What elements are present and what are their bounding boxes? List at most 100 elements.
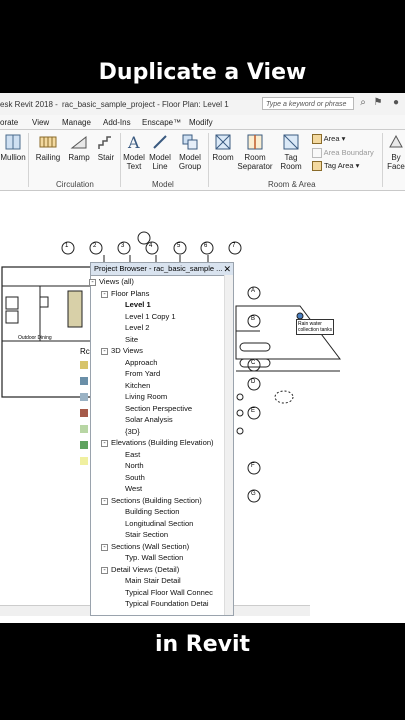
tree-item[interactable]: Level 2 — [125, 323, 150, 332]
grid-label: 3 — [121, 243, 125, 249]
tree-item[interactable]: Sections (Wall Section) — [111, 542, 189, 551]
tree-item[interactable]: {3D} — [125, 427, 140, 436]
tree-item[interactable]: Kitchen — [125, 381, 150, 390]
grid-label: 7 — [232, 243, 236, 249]
vertical-scrollbar[interactable] — [224, 275, 233, 615]
grid-label: 2 — [93, 243, 97, 249]
model-group-button[interactable]: Model Group — [176, 133, 204, 171]
tab-manage[interactable]: Manage — [62, 118, 91, 127]
tab-enscape[interactable]: Enscape™ — [142, 118, 181, 127]
tree-item[interactable]: Building Section — [125, 507, 179, 516]
tree-item[interactable]: East — [125, 450, 140, 459]
tree-item[interactable]: Floor Plans — [111, 289, 149, 298]
tree-item[interactable]: Approach — [125, 358, 158, 367]
tree-toggle[interactable]: - — [101, 543, 108, 551]
area-button[interactable]: Area ▾ — [312, 134, 345, 145]
tab-modify[interactable]: Modify — [189, 118, 213, 127]
railing-button[interactable]: Railing — [34, 133, 62, 162]
tree-item[interactable]: Sections (Building Section) — [111, 496, 202, 505]
tree-item[interactable]: Views (all) — [99, 277, 134, 286]
row-label: B — [251, 316, 256, 322]
tree-item[interactable]: Section Perspective — [125, 404, 192, 413]
rain-water-note: Rain water collection tanks — [296, 319, 335, 335]
area-boundary-icon — [312, 148, 322, 159]
model-group-label: Model — [152, 180, 174, 189]
ramp-button[interactable]: Ramp — [66, 133, 92, 162]
search-icon[interactable]: ⌕ — [357, 97, 369, 109]
outdoor-dining-label: Outdoor Dining — [18, 335, 52, 341]
row-label: A — [251, 288, 256, 294]
project-browser-title-bar[interactable]: Project Browser - rac_basic_sample ... ✕ — [91, 263, 233, 276]
tab-view[interactable]: View — [32, 118, 49, 127]
separator — [28, 133, 29, 187]
tab-collaborate[interactable]: orate — [0, 118, 18, 127]
separator — [120, 133, 121, 187]
search-input[interactable]: Type a keyword or phrase — [262, 97, 354, 110]
tree-item[interactable]: Longitudinal Section — [125, 519, 193, 528]
tree-toggle[interactable]: - — [101, 290, 108, 298]
row-label: F — [251, 463, 255, 469]
tree-item[interactable]: Solar Analysis — [125, 415, 173, 424]
model-text-button[interactable]: A Model Text — [122, 133, 146, 171]
tree-toggle[interactable]: - — [101, 440, 108, 447]
user-icon[interactable]: ● — [390, 97, 402, 109]
svg-text:A: A — [127, 133, 140, 151]
text-a-icon: A — [127, 133, 140, 151]
tree-item[interactable]: West — [125, 484, 142, 493]
row-label: E — [251, 408, 256, 414]
grid-label: 5 — [177, 243, 181, 249]
tree-item[interactable]: Detail Views (Detail) — [111, 565, 179, 574]
ramp-icon — [70, 135, 87, 149]
tag-area-button[interactable]: Tag Area ▾ — [312, 161, 359, 172]
tree-item[interactable]: Elevations (Building Elevation) — [111, 438, 214, 447]
tree-item[interactable]: Living Room — [125, 392, 167, 401]
room-area-group-label: Room & Area — [268, 180, 316, 189]
room-separator-icon — [247, 134, 263, 150]
app-title: esk Revit 2018 - — [0, 100, 58, 109]
room-separator-button[interactable]: Room Separator — [237, 133, 273, 171]
row-label: C — [251, 360, 256, 366]
tree-item[interactable]: South — [125, 473, 145, 482]
area-boundary-button[interactable]: Area Boundary — [312, 148, 374, 159]
title-bar: esk Revit 2018 - rac_basic_sample_projec… — [0, 93, 405, 116]
tree-item[interactable]: North — [125, 461, 144, 470]
project-browser: Project Browser - rac_basic_sample ... ✕… — [89, 262, 234, 616]
caption-top: Duplicate a View — [98, 60, 307, 85]
ribbon-tabs: orate View Manage Add-Ins Enscape™ Modif… — [0, 115, 405, 130]
tree-item[interactable]: Level 1 — [125, 300, 151, 309]
circulation-group-label: Circulation — [56, 180, 94, 189]
room-button[interactable]: Room — [211, 133, 235, 162]
mullion-icon — [5, 134, 21, 150]
caption-bottom: in Revit — [154, 632, 251, 657]
tree-item[interactable]: Typical Foundation Detai — [125, 599, 209, 608]
row-label: D — [251, 379, 256, 385]
tree-item[interactable]: From Yard — [125, 369, 160, 378]
tree-toggle[interactable]: - — [89, 279, 96, 286]
infocenter-icon[interactable]: ⚑ — [372, 97, 384, 109]
model-line-button[interactable]: Model Line — [148, 133, 172, 171]
close-icon[interactable]: ✕ — [223, 263, 231, 275]
tree-item[interactable]: Typical Floor Wall Connec — [125, 588, 213, 597]
by-face-icon — [389, 134, 403, 148]
tag-area-icon — [312, 161, 322, 172]
mullion-button[interactable]: Mullion — [0, 133, 26, 162]
tree-item[interactable]: Site — [125, 335, 138, 344]
tree-item[interactable]: Stair Section — [125, 530, 168, 539]
tag-icon — [283, 134, 299, 150]
grid-label: 1 — [65, 243, 69, 249]
stair-button[interactable]: Stair — [94, 133, 118, 162]
tree-toggle[interactable]: - — [101, 566, 108, 574]
tree-item[interactable]: Typ. Wall Section — [125, 553, 183, 562]
tree-toggle[interactable]: - — [101, 348, 108, 355]
by-face-button[interactable]: By Face — [385, 133, 405, 171]
tag-room-button[interactable]: Tag Room — [278, 133, 304, 171]
tree-item[interactable]: 3D Views — [111, 346, 143, 355]
tree-item[interactable]: Level 1 Copy 1 — [125, 312, 176, 321]
tab-addins[interactable]: Add-Ins — [103, 118, 131, 127]
grid-label: 4 — [149, 243, 153, 249]
tree-toggle[interactable]: - — [101, 497, 108, 505]
separator — [382, 133, 383, 187]
grid-label: 6 — [204, 243, 208, 249]
line-icon — [153, 135, 167, 149]
tree-item[interactable]: Main Stair Detail — [125, 576, 181, 585]
